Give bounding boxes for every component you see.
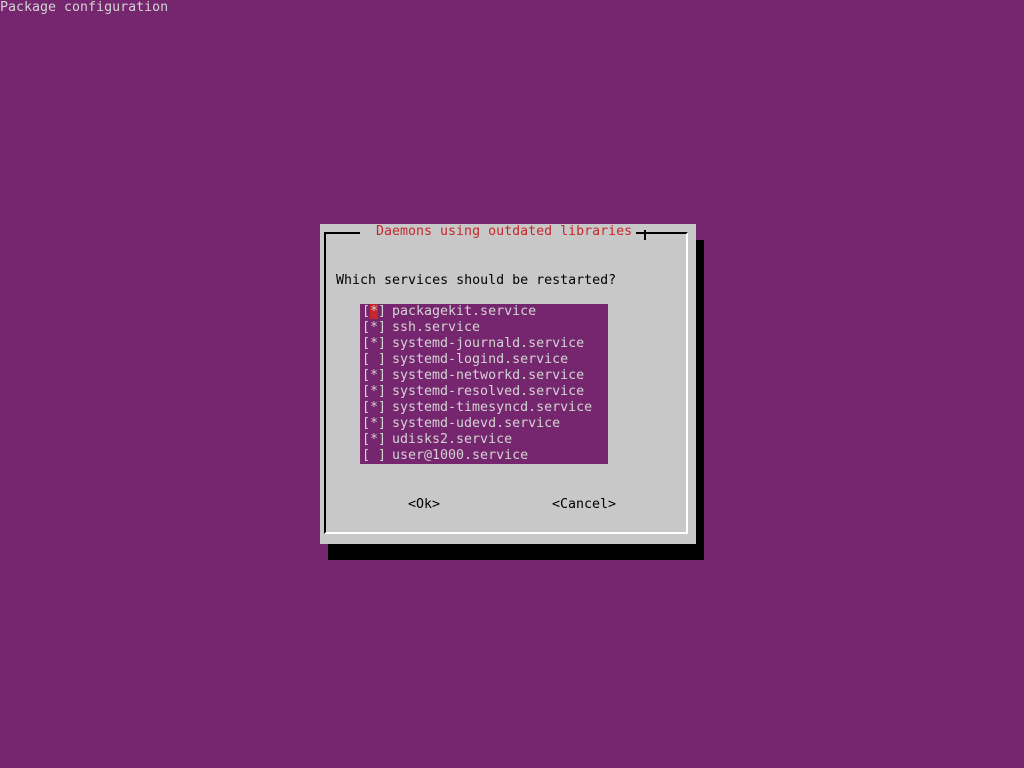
checkbox[interactable]: [*] — [360, 304, 386, 320]
checkbox[interactable]: [*] — [360, 368, 386, 384]
checkbox[interactable]: [*] — [360, 320, 386, 336]
service-label: systemd-networkd.service — [392, 368, 585, 383]
checkbox[interactable]: [ ] — [360, 352, 386, 368]
list-item[interactable]: [ ] user@1000.service — [360, 448, 608, 464]
checkbox[interactable]: [ ] — [360, 448, 386, 464]
service-checklist[interactable]: [*] packagekit.service [*] ssh.service [*]… — [360, 304, 608, 464]
title-edge-right — [644, 230, 646, 240]
backtitle: Package configuration — [0, 0, 169, 15]
service-label: packagekit.service — [392, 304, 537, 319]
list-item[interactable]: [*] ssh.service — [360, 320, 608, 336]
list-item[interactable]: [*] udisks2.service — [360, 432, 608, 448]
checkbox-mark: * — [370, 336, 379, 351]
list-item[interactable]: [*] systemd-udevd.service — [360, 416, 608, 432]
service-label: systemd-logind.service — [392, 352, 569, 367]
ok-button[interactable]: <Ok> — [408, 497, 440, 513]
list-item[interactable]: [*] systemd-timesyncd.service — [360, 400, 608, 416]
checkbox-mark: * — [370, 368, 379, 383]
checkbox-mark: * — [370, 400, 379, 415]
service-label: systemd-resolved.service — [392, 384, 585, 399]
service-label: systemd-timesyncd.service — [392, 400, 593, 415]
checkbox-mark: * — [370, 416, 379, 431]
cancel-button[interactable]: <Cancel> — [552, 497, 616, 513]
checkbox-mark: * — [370, 432, 379, 447]
checkbox[interactable]: [*] — [360, 400, 386, 416]
service-label: udisks2.service — [392, 432, 513, 447]
list-item[interactable]: [*] packagekit.service — [360, 304, 608, 320]
checkbox-mark: * — [370, 320, 379, 335]
list-item[interactable]: [*] systemd-resolved.service — [360, 384, 608, 400]
dialog: Daemons using outdated libraries Which s… — [320, 224, 696, 544]
checkbox[interactable]: [*] — [360, 416, 386, 432]
dialog-question: Which services should be restarted? — [336, 273, 617, 288]
checkbox-mark: * — [370, 384, 379, 399]
checkbox-mark — [370, 352, 378, 367]
dialog-title: Daemons using outdated libraries — [360, 224, 637, 240]
service-label: user@1000.service — [392, 448, 529, 463]
checkbox[interactable]: [*] — [360, 336, 386, 352]
checkbox[interactable]: [*] — [360, 384, 386, 400]
service-label: systemd-journald.service — [392, 336, 585, 351]
service-label: ssh.service — [392, 320, 481, 335]
list-item[interactable]: [*] systemd-networkd.service — [360, 368, 608, 384]
checkbox-mark — [370, 448, 378, 463]
service-label: systemd-udevd.service — [392, 416, 561, 431]
checkbox[interactable]: [*] — [360, 432, 386, 448]
list-item[interactable]: [ ] systemd-logind.service — [360, 352, 608, 368]
list-item[interactable]: [*] systemd-journald.service — [360, 336, 608, 352]
checkbox-mark: * — [370, 304, 379, 319]
